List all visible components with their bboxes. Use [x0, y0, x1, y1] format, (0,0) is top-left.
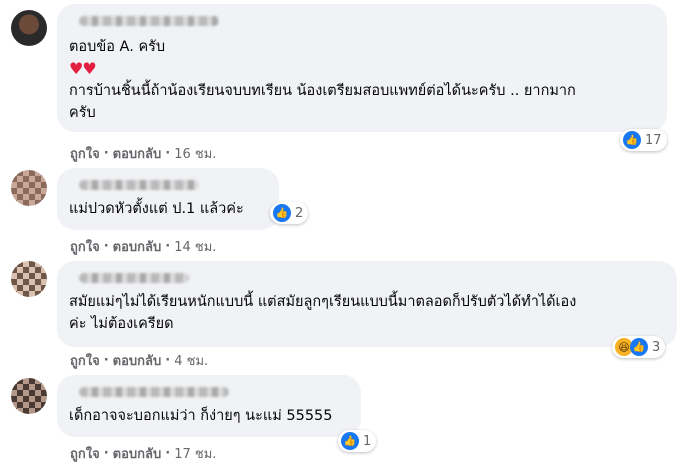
author-name-blurred[interactable] [79, 180, 199, 190]
avatar[interactable] [11, 170, 47, 206]
timestamp[interactable]: 17 ชม. [174, 443, 216, 464]
like-link[interactable]: ถูกใจ [70, 143, 100, 164]
heart-emoji: ♥♥ [69, 59, 97, 78]
reply-link[interactable]: ตอบกลับ [113, 236, 162, 257]
reaction-count: 2 [295, 205, 304, 221]
comment-text: สมัยแม่ๆไม่ได้เรียนหนักแบบนี้ แต่สมัยลูก… [69, 294, 577, 310]
reaction-summary[interactable]: 👍 1 [338, 430, 377, 452]
reaction-summary[interactable]: 😆 👍 3 [612, 336, 666, 358]
author-name-blurred[interactable] [79, 387, 229, 397]
reaction-summary[interactable]: 👍 17 [620, 129, 667, 151]
comment-actions: ถูกใจ · ตอบกลับ · 16 ชม. [70, 143, 216, 164]
reply-link[interactable]: ตอบกลับ [113, 443, 162, 464]
like-link[interactable]: ถูกใจ [70, 350, 100, 371]
like-link[interactable]: ถูกใจ [70, 236, 100, 257]
avatar[interactable] [11, 261, 47, 297]
reply-link[interactable]: ตอบกลับ [113, 143, 162, 164]
comment-text: ค่ะ ไม่ต้องเครียด [69, 316, 174, 332]
like-icon: 👍 [623, 131, 641, 149]
author-name-blurred[interactable] [79, 16, 219, 26]
comment-actions: ถูกใจ · ตอบกลับ · 4 ชม. [70, 350, 208, 371]
comment-text: เด็กอาจจะบอกแม่ว่า ก็ง่ายๆ นะแม่ 55555 [69, 408, 333, 424]
reaction-count: 17 [645, 132, 662, 148]
avatar[interactable] [11, 378, 47, 414]
reaction-summary[interactable]: 👍 2 [270, 202, 309, 224]
separator: · [165, 446, 171, 461]
reaction-count: 1 [363, 433, 372, 449]
separator: · [103, 146, 109, 161]
separator: · [103, 239, 109, 254]
separator: · [103, 353, 109, 368]
like-link[interactable]: ถูกใจ [70, 443, 100, 464]
separator: · [103, 446, 109, 461]
avatar[interactable] [11, 10, 47, 46]
comment-bubble: ตอบข้อ A. ครับ ♥♥ การบ้านชิ้นนี้ถ้าน้องเ… [57, 4, 667, 132]
reply-link[interactable]: ตอบกลับ [113, 350, 162, 371]
comment-actions: ถูกใจ · ตอบกลับ · 14 ชม. [70, 236, 216, 257]
like-icon: 👍 [341, 432, 359, 450]
like-icon: 👍 [630, 338, 648, 356]
timestamp[interactable]: 14 ชม. [174, 236, 216, 257]
author-name-blurred[interactable] [79, 273, 189, 283]
reaction-count: 3 [652, 339, 661, 355]
timestamp[interactable]: 16 ชม. [174, 143, 216, 164]
comment-bubble: สมัยแม่ๆไม่ได้เรียนหนักแบบนี้ แต่สมัยลูก… [57, 261, 677, 347]
comment-text: ตอบข้อ A. ครับ [69, 39, 166, 55]
comment-text: ครับ [69, 105, 96, 121]
comment-text: การบ้านชิ้นนี้ถ้าน้องเรียนจบบทเรียน น้อง… [69, 83, 576, 99]
like-icon: 👍 [273, 204, 291, 222]
comment-bubble: แม่ปวดหัวตั้งแต่ ป.1 แล้วค่ะ [57, 168, 279, 230]
separator: · [165, 353, 171, 368]
separator: · [165, 146, 171, 161]
comment-actions: ถูกใจ · ตอบกลับ · 17 ชม. [70, 443, 216, 464]
comment-text: แม่ปวดหัวตั้งแต่ ป.1 แล้วค่ะ [69, 201, 244, 217]
comment-bubble: เด็กอาจจะบอกแม่ว่า ก็ง่ายๆ นะแม่ 55555 [57, 375, 361, 437]
timestamp[interactable]: 4 ชม. [174, 350, 208, 371]
separator: · [165, 239, 171, 254]
